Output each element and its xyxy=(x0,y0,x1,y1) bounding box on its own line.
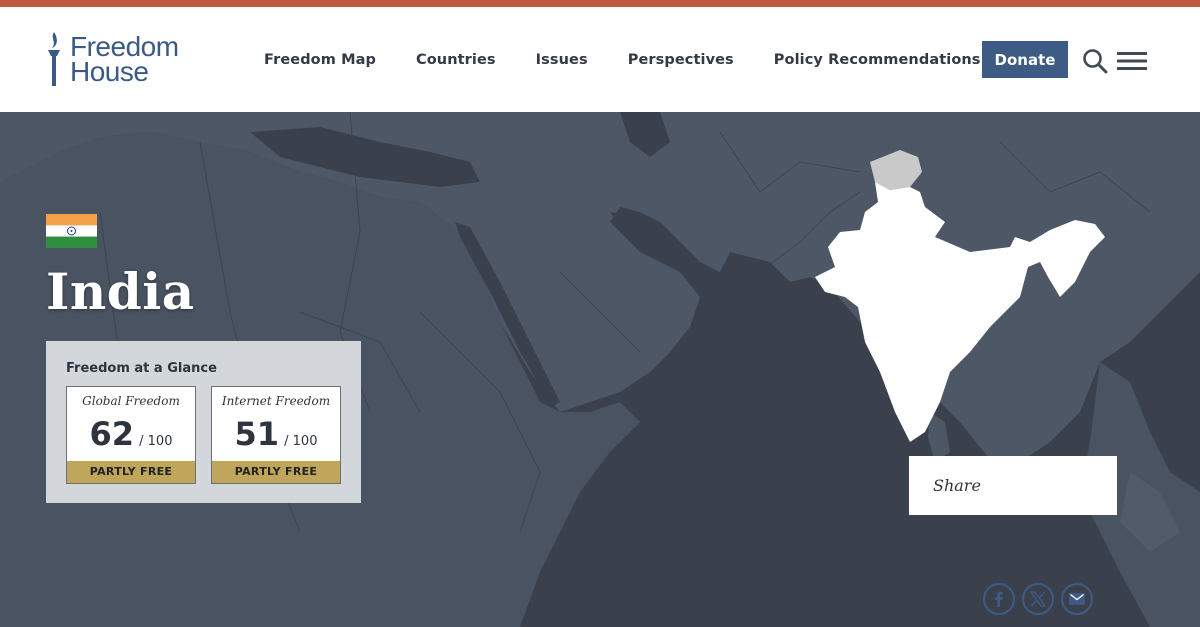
torch-icon xyxy=(48,32,60,86)
email-share-button[interactable] xyxy=(1061,583,1093,615)
logo-line-2: House xyxy=(70,56,149,87)
logo-wordmark: Freedom House xyxy=(70,33,179,87)
x-share-button[interactable] xyxy=(1022,583,1054,615)
share-label: Share xyxy=(933,476,981,495)
score-value: 62 / 100 xyxy=(67,415,195,453)
score-max: / 100 xyxy=(139,434,173,449)
india-flag-icon xyxy=(46,214,97,248)
score-label: Global Freedom xyxy=(82,394,180,408)
nav-perspectives[interactable]: Perspectives xyxy=(628,52,734,68)
country-name: India xyxy=(46,262,195,321)
country-hero: India Freedom at a Glance Global Freedom… xyxy=(0,112,1200,627)
top-accent-stripe xyxy=(0,0,1200,7)
score-number: 51 xyxy=(234,415,280,453)
freedom-at-a-glance-panel: Freedom at a Glance Global Freedom 62 / … xyxy=(46,341,361,503)
status-badge: PARTLY FREE xyxy=(212,461,340,483)
glance-title: Freedom at a Glance xyxy=(66,361,217,376)
score-value: 51 / 100 xyxy=(212,415,340,453)
global-freedom-card[interactable]: Global Freedom 62 / 100 PARTLY FREE xyxy=(66,386,196,484)
hamburger-menu-icon[interactable] xyxy=(1117,51,1147,71)
score-label: Internet Freedom xyxy=(221,394,331,408)
nav-freedom-map[interactable]: Freedom Map xyxy=(264,52,376,68)
main-nav: Freedom Map Countries Issues Perspective… xyxy=(264,7,1021,112)
x-icon xyxy=(1030,591,1046,607)
facebook-share-button[interactable] xyxy=(983,583,1015,615)
facebook-icon xyxy=(995,591,1003,607)
score-max: / 100 xyxy=(284,434,318,449)
site-header: Freedom House Freedom Map Countries Issu… xyxy=(0,7,1200,112)
nav-policy-recommendations[interactable]: Policy Recommendations xyxy=(774,52,981,68)
mail-icon xyxy=(1069,593,1085,605)
internet-freedom-card[interactable]: Internet Freedom 51 / 100 PARTLY FREE xyxy=(211,386,341,484)
freedom-house-logo[interactable]: Freedom House xyxy=(44,29,184,89)
nav-issues[interactable]: Issues xyxy=(536,52,588,68)
share-box: Share xyxy=(909,456,1117,515)
search-icon[interactable] xyxy=(1082,48,1108,74)
nav-countries[interactable]: Countries xyxy=(416,52,496,68)
status-badge: PARTLY FREE xyxy=(67,461,195,483)
score-number: 62 xyxy=(89,415,135,453)
donate-button[interactable]: Donate xyxy=(982,41,1068,78)
